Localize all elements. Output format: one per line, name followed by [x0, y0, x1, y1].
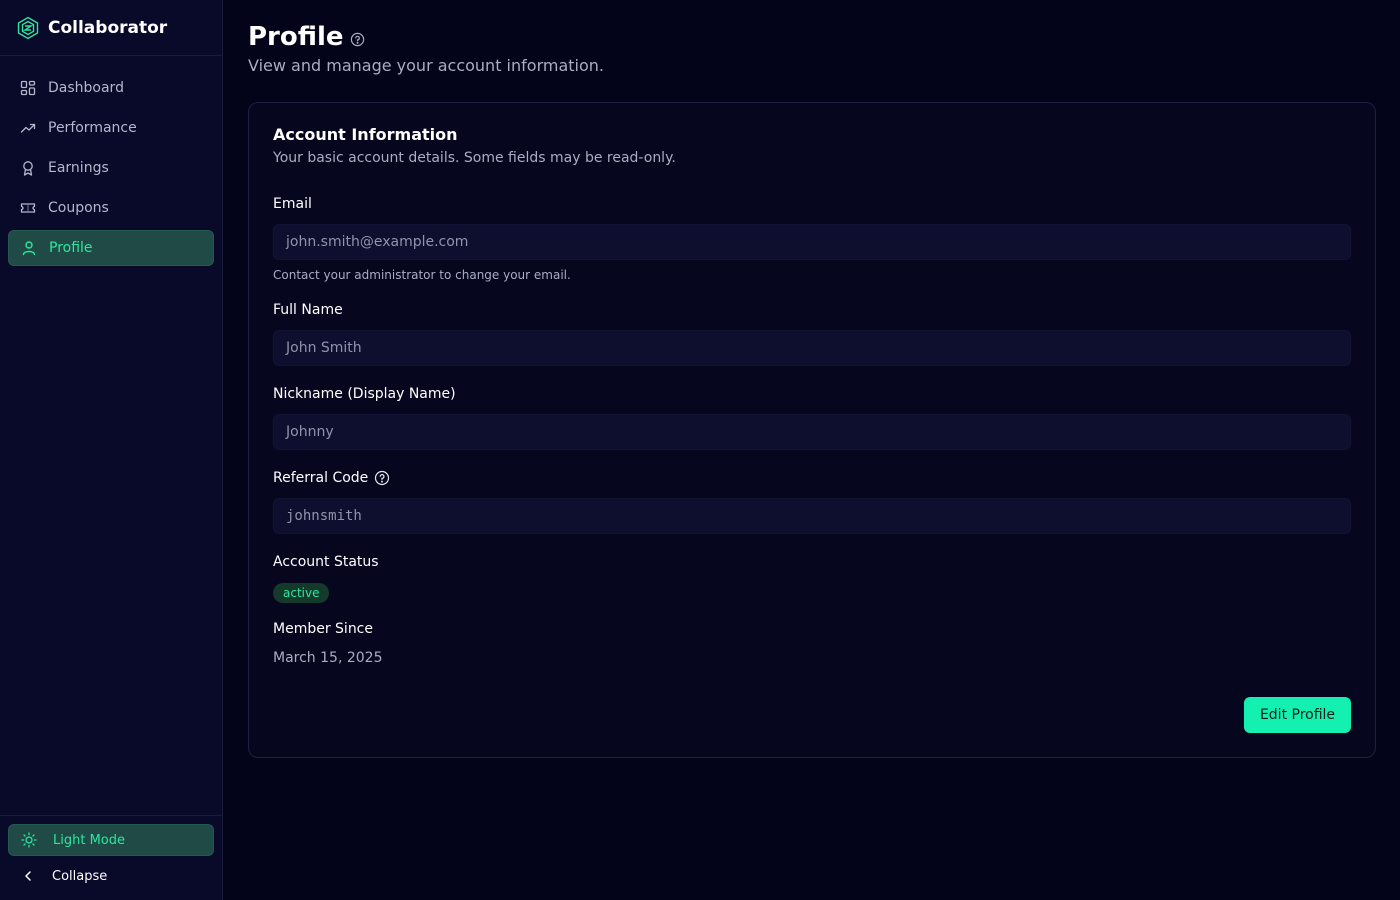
sidebar-item-label: Dashboard — [48, 80, 124, 96]
sidebar-item-coupons[interactable]: Coupons — [8, 190, 214, 226]
user-icon — [21, 240, 37, 256]
theme-toggle-button[interactable]: Light Mode — [8, 824, 214, 856]
sidebar-nav: Dashboard Performance Earnings Coupons P… — [0, 56, 222, 270]
sidebar-item-label: Earnings — [48, 160, 109, 176]
email-group: Email john.smith@example.com Contact you… — [273, 196, 1351, 282]
full-name-field[interactable]: John Smith — [273, 330, 1351, 366]
award-icon — [20, 160, 36, 176]
referral-label-row: Referral Code — [273, 470, 1351, 486]
page-title: Profile — [248, 22, 344, 52]
member-since-group: Member Since March 15, 2025 — [273, 621, 1351, 666]
collapse-button[interactable]: Collapse — [8, 858, 214, 894]
ticket-icon — [20, 200, 36, 216]
email-label: Email — [273, 196, 312, 212]
page-subtitle: View and manage your account information… — [248, 56, 604, 75]
referral-group: Referral Code johnsmith — [273, 470, 1351, 534]
status-badge: active — [273, 583, 330, 603]
sidebar-item-earnings[interactable]: Earnings — [8, 150, 214, 186]
help-icon[interactable] — [350, 32, 365, 47]
help-icon[interactable] — [374, 470, 390, 486]
chevron-left-icon — [20, 868, 36, 884]
nickname-group: Nickname (Display Name) Johnny — [273, 386, 1351, 450]
app-root: Collaborator Dashboard Performance Earni… — [0, 0, 1400, 900]
member-since-label: Member Since — [273, 621, 373, 637]
brand[interactable]: Collaborator — [0, 0, 222, 56]
sidebar-item-label: Profile — [49, 240, 93, 256]
referral-label: Referral Code — [273, 470, 369, 486]
sidebar-item-label: Performance — [48, 120, 137, 136]
member-since-value: March 15, 2025 — [273, 650, 383, 666]
card-description: Your basic account details. Some fields … — [273, 150, 676, 166]
trending-up-icon — [20, 120, 36, 136]
account-info-card: Account Information Your basic account d… — [248, 102, 1376, 758]
app-name: Collaborator — [48, 17, 168, 38]
page-header: Profile — [248, 22, 1376, 52]
nickname-field[interactable]: Johnny — [273, 414, 1351, 450]
logo-icon — [16, 16, 40, 40]
email-hint: Contact your administrator to change you… — [273, 268, 571, 282]
theme-toggle-label: Light Mode — [53, 832, 125, 848]
full-name-label: Full Name — [273, 302, 343, 318]
full-name-group: Full Name John Smith — [273, 302, 1351, 366]
collapse-label: Collapse — [52, 868, 108, 884]
sidebar: Collaborator Dashboard Performance Earni… — [0, 0, 223, 900]
card-title: Account Information — [273, 125, 458, 144]
main-content: Profile View and manage your account inf… — [223, 0, 1400, 900]
sidebar-item-performance[interactable]: Performance — [8, 110, 214, 146]
email-field[interactable]: john.smith@example.com — [273, 224, 1351, 260]
sidebar-footer: Light Mode Collapse — [0, 815, 222, 900]
status-group: Account Status active — [273, 554, 1351, 603]
nickname-label: Nickname (Display Name) — [273, 386, 456, 402]
referral-code-field[interactable]: johnsmith — [273, 498, 1351, 534]
status-label: Account Status — [273, 554, 379, 570]
sidebar-item-label: Coupons — [48, 200, 109, 216]
sun-icon — [21, 832, 37, 848]
sidebar-item-profile[interactable]: Profile — [8, 230, 214, 266]
edit-profile-button[interactable]: Edit Profile — [1244, 697, 1351, 733]
sidebar-item-dashboard[interactable]: Dashboard — [8, 70, 214, 106]
dashboard-icon — [20, 80, 36, 96]
